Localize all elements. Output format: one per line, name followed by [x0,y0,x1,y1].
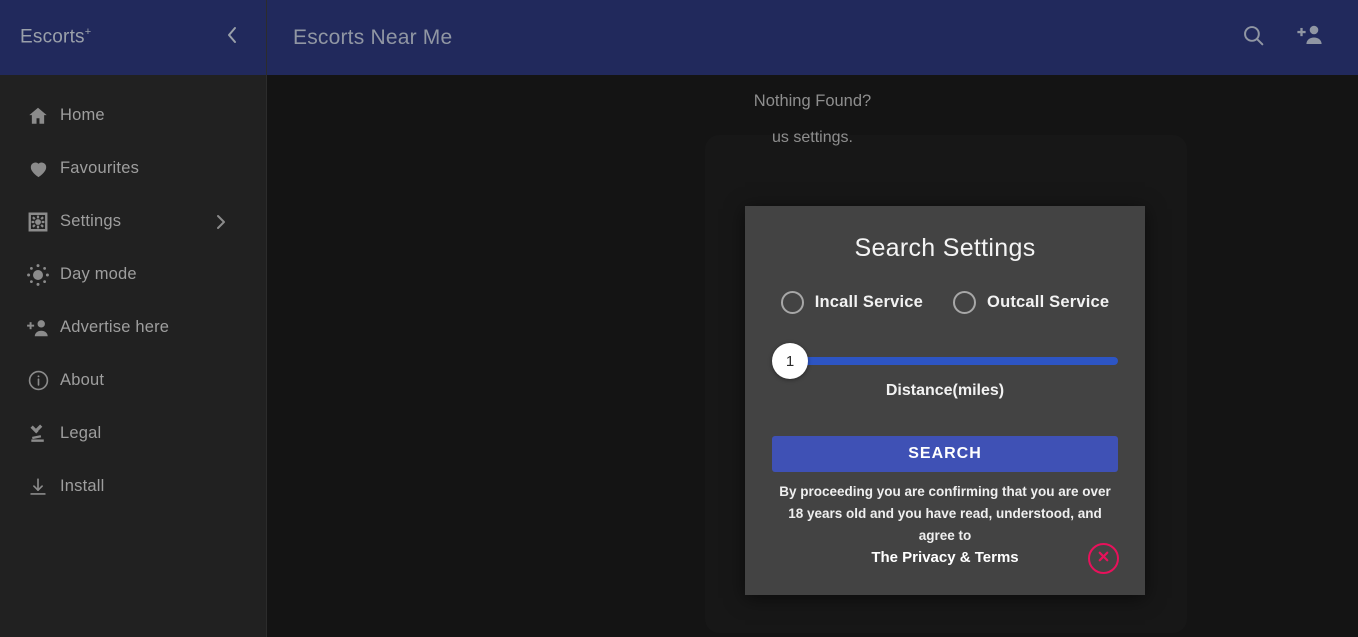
app-root: Escorts+ Home Favourites Settings Day mo… [0,0,1358,637]
gear-icon [16,211,60,233]
close-icon [1096,549,1111,569]
sidebar-nav: Home Favourites Settings Day mode Advert… [0,75,266,513]
dialog-title: Search Settings [854,234,1036,262]
top-header: Escorts Near Me [267,0,1358,75]
sidebar-item-label: Settings [60,212,122,230]
radio-option-outcall[interactable]: Outcall Service [953,291,1109,314]
slider-caption: Distance(miles) [885,382,1005,399]
sidebar-item-home[interactable]: Home [0,89,266,142]
sidebar-item-advertise-here[interactable]: Advertise here [0,301,266,354]
sidebar-item-label: Home [60,106,105,124]
content-area: Nothing Found? us settings. Search Setti… [267,75,1358,637]
home-icon [16,105,60,127]
slider-track[interactable] [800,357,1118,365]
sidebar-item-label: Favourites [60,159,140,177]
chevron-left-icon [224,24,240,51]
gavel-icon [16,422,60,445]
sun-icon [16,263,60,287]
empty-state-title: Nothing Found? [753,92,872,110]
info-circle-icon [16,369,60,392]
download-icon [16,476,60,498]
header-actions [1241,23,1324,53]
privacy-terms-link[interactable]: The Privacy & Terms [772,549,1118,566]
brand-superscript: + [84,26,92,39]
radio-circle-icon[interactable] [953,291,977,314]
distance-slider[interactable]: 1 [772,343,1118,379]
empty-state-subtitle: us settings. [772,129,853,146]
sidebar-header: Escorts+ [0,0,266,75]
search-button[interactable] [1241,23,1266,53]
search-icon [1241,23,1266,53]
search-submit-button[interactable]: SEARCH [772,436,1118,472]
person-add-icon [1296,23,1324,52]
sidebar-collapse-button[interactable] [218,24,246,52]
age-disclaimer-text: By proceeding you are confirming that yo… [779,484,1111,543]
radio-label: Outcall Service [987,293,1110,311]
sidebar-item-legal[interactable]: Legal [0,407,266,460]
sidebar-item-install[interactable]: Install [0,460,266,513]
main-area: Escorts Near Me Nothing Found? us settin… [267,0,1358,637]
dialog-close-button[interactable] [1088,543,1119,574]
sidebar-item-label: Advertise here [60,318,170,336]
slider-thumb[interactable]: 1 [772,343,808,379]
page-title: Escorts Near Me [293,25,453,49]
add-user-button[interactable] [1296,23,1324,52]
sidebar-item-day-mode[interactable]: Day mode [0,248,266,301]
service-type-radio-group: Incall Service Outcall Service [772,291,1118,314]
sidebar: Escorts+ Home Favourites Settings Day mo… [0,0,267,637]
sidebar-item-about[interactable]: About [0,354,266,407]
sidebar-item-settings[interactable]: Settings [0,195,266,248]
radio-circle-icon[interactable] [780,291,804,314]
chevron-right-icon[interactable] [214,212,228,232]
sidebar-item-label: Install [60,477,105,495]
sidebar-item-label: Day mode [60,265,137,283]
person-add-icon [16,317,60,339]
radio-option-incall[interactable]: Incall Service [780,291,924,314]
heart-icon [16,157,60,180]
brand-name: Escorts [20,26,85,48]
app-brand: Escorts+ [20,26,91,48]
sidebar-item-label: About [60,371,105,389]
sidebar-item-label: Legal [60,424,102,442]
radio-label: Incall Service [814,293,924,311]
sidebar-item-favourites[interactable]: Favourites [0,142,266,195]
search-settings-dialog: Search Settings Incall Service Outcall S… [745,206,1145,595]
